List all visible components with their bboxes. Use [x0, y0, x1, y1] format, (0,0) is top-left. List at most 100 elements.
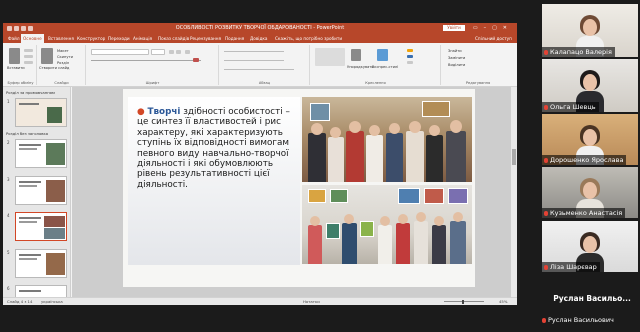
child-head: [453, 212, 463, 222]
share-button[interactable]: Спільний доступ: [473, 34, 514, 43]
scrollbar-thumb[interactable]: [512, 149, 516, 165]
arrange-icon[interactable]: [351, 49, 361, 61]
sign-in-button[interactable]: Увійти: [443, 25, 465, 31]
tab-slideshow[interactable]: Показ слайдів: [156, 34, 191, 43]
slide-thumbnail-5[interactable]: [15, 249, 67, 278]
new-slide-icon[interactable]: [41, 48, 53, 64]
clear-format-icon[interactable]: [185, 50, 190, 54]
slide-thumbnail-1[interactable]: [15, 98, 67, 127]
tab-help[interactable]: Довідка: [248, 34, 269, 43]
paste-icon[interactable]: [9, 48, 20, 64]
thumbnail-photo: [46, 180, 65, 202]
participant-tile-3[interactable]: Дорошенко Ярослава: [542, 114, 638, 165]
shape-effects-icon[interactable]: [407, 61, 413, 64]
reset-button[interactable]: Скинути: [57, 55, 73, 59]
tab-design[interactable]: Конструктор: [75, 34, 107, 43]
font-color-icon[interactable]: [193, 58, 199, 62]
cut-icon[interactable]: [24, 49, 33, 52]
section-header[interactable]: Розділ без заголовка: [6, 131, 48, 136]
grow-font-icon[interactable]: [169, 50, 174, 54]
shape-fill-icon[interactable]: [407, 49, 413, 52]
quick-styles-icon[interactable]: [377, 49, 388, 61]
face: [583, 182, 597, 199]
thumbnail-text: [19, 290, 41, 292]
vertical-scrollbar[interactable]: [511, 87, 517, 297]
tab-view[interactable]: Подання: [223, 34, 246, 43]
font-name-dropdown[interactable]: [91, 49, 149, 55]
thumbnail-text: [19, 144, 41, 146]
section-header[interactable]: Розділ за промовчанням: [6, 90, 55, 95]
thumbnail-text: [19, 185, 37, 187]
child-figure: [386, 133, 403, 182]
tell-me-search[interactable]: Скажіть, що потрібно зробити: [273, 34, 344, 43]
child-figure: [450, 221, 466, 264]
slide-text-box[interactable]: ● Творчі здібності особистості – це синт…: [128, 97, 300, 265]
slide-thumbnail-2[interactable]: [15, 139, 67, 168]
current-slide[interactable]: ● Творчі здібності особистості – це синт…: [123, 89, 475, 287]
thumbnail-photo: [46, 253, 65, 275]
participant-tile-4-speaking[interactable]: Кузьменко Анастасія: [542, 167, 638, 218]
tab-animations[interactable]: Анімація: [131, 34, 154, 43]
font-formatting-row[interactable]: [91, 60, 201, 61]
zoom-level[interactable]: 45%: [499, 299, 507, 304]
copy-icon[interactable]: [24, 55, 33, 58]
font-size-dropdown[interactable]: [151, 49, 165, 55]
window-controls[interactable]: ▭–▢✕: [473, 23, 513, 33]
participant-tile-1[interactable]: Калапацо Валерія: [542, 4, 638, 57]
participant-7-name[interactable]: Руслан Васильович: [542, 316, 614, 324]
child-head: [330, 127, 341, 138]
participant-name-text: Кузьменко Анастасія: [550, 209, 623, 217]
new-slide-label[interactable]: Створити слайд: [39, 66, 69, 70]
zoom-slider[interactable]: [444, 301, 484, 302]
align-buttons-row[interactable]: [224, 60, 284, 61]
thumbnail-text: [19, 221, 37, 223]
shapes-gallery[interactable]: [315, 48, 345, 66]
child-head: [389, 123, 400, 134]
group-label: Креслення: [365, 81, 386, 85]
child-head: [349, 121, 361, 133]
group-label: Абзац: [258, 81, 271, 85]
language-indicator[interactable]: українська: [41, 299, 63, 304]
list-buttons-row[interactable]: [224, 51, 284, 52]
child-figure: [406, 131, 424, 182]
tab-file[interactable]: Файл: [6, 34, 22, 43]
tab-home[interactable]: Основне: [21, 34, 44, 43]
title-bar: ОСОБЛИВОСТІ РОЗВИТКУ ТВОРЧОЇ ОБДАРОВАНОС…: [3, 23, 517, 33]
child-figure: [328, 137, 344, 182]
slide-thumbnail-3[interactable]: [15, 176, 67, 205]
slide-number: 3: [7, 177, 10, 182]
select-button[interactable]: Виділити: [448, 63, 465, 67]
slide-thumbnails-pane[interactable]: Розділ за промовчанням 1 Розділ без заго…: [3, 87, 71, 305]
child-figure: [342, 223, 357, 264]
group-label: Шрифт: [145, 81, 160, 85]
quick-styles-button[interactable]: Експрес-стилі: [372, 65, 398, 69]
powerpoint-window: ОСОБЛИВОСТІ РОЗВИТКУ ТВОРЧОЇ ОБДАРОВАНОС…: [3, 23, 517, 305]
tab-transitions[interactable]: Переходи: [106, 34, 132, 43]
mic-muted-icon: [544, 158, 548, 163]
layout-button[interactable]: Макет: [57, 49, 69, 53]
text-direction-row[interactable]: [224, 69, 294, 70]
participant-name: Дорошенко Ярослава: [542, 155, 627, 165]
slide-thumbnail-4[interactable]: [15, 212, 67, 241]
arrange-button[interactable]: Упорядкувати: [347, 65, 374, 69]
participant-name: Калапацо Валерія: [542, 47, 615, 57]
group-font: Шрифт: [87, 45, 219, 85]
replace-button[interactable]: Замінити: [448, 56, 465, 60]
shrink-font-icon[interactable]: [176, 50, 181, 54]
participant-tile-6-name[interactable]: Руслан Васильо...: [546, 294, 638, 303]
child-figure: [346, 131, 364, 182]
zoom-slider-knob[interactable]: [462, 299, 464, 304]
child-head: [311, 123, 323, 135]
find-button[interactable]: Знайти: [448, 49, 462, 53]
tab-insert[interactable]: Вставлення: [46, 34, 76, 43]
participant-tile-5[interactable]: Ліза Шарєвар: [542, 221, 638, 272]
participant-tile-2[interactable]: Ольга Шевць: [542, 59, 638, 112]
slide-number: 2: [7, 140, 10, 145]
notes-button[interactable]: Нотатки: [303, 299, 320, 304]
format-painter-icon[interactable]: [24, 61, 33, 64]
section-button[interactable]: Розділ: [57, 61, 69, 65]
shape-outline-icon[interactable]: [407, 55, 413, 58]
child-head: [380, 216, 390, 226]
paste-label[interactable]: Вставити: [7, 66, 25, 70]
tab-review[interactable]: Рецензування: [188, 34, 223, 43]
